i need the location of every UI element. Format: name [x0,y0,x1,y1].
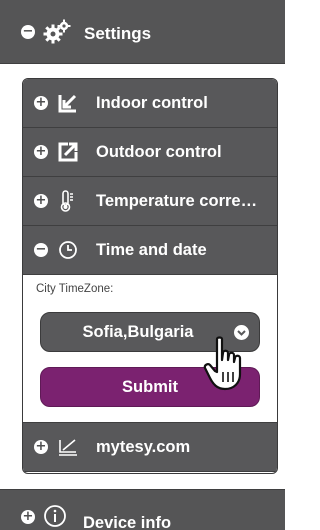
arrow-out-icon [57,141,79,163]
menu-item-label: mytesy.com [96,437,191,456]
menu-item-label: Outdoor control [96,142,222,161]
expand-icon: + [34,95,48,110]
thermometer-icon [57,190,79,212]
clock-icon [57,239,79,261]
expand-icon: + [34,144,48,159]
menu-item-indoor-control[interactable]: + Indoor control [23,79,277,128]
timezone-label: City TimeZone: [36,283,114,295]
timezone-value: Sofia,Bulgaria [82,322,194,341]
expand-icon: + [21,509,35,524]
menu-item-label: Time and date [96,240,207,259]
menu-item-temperature-correction[interactable]: + Temperature correction [23,177,277,226]
info-icon [43,504,67,528]
collapse-icon: − [34,242,48,257]
menu-item-outdoor-control[interactable]: + Outdoor control [23,128,277,177]
collapse-icon[interactable]: − [21,24,35,39]
expand-icon: + [34,193,48,208]
expand-icon: + [34,439,48,454]
device-info-header[interactable]: + Device info [0,489,285,530]
menu-item-mytesy[interactable]: + mytesy.com [23,423,277,472]
hand-cursor-icon [203,336,242,391]
monitor-icon [57,436,79,458]
settings-panel: + Indoor control + Outdoor control + Tem… [22,78,278,474]
menu-item-label: Indoor control [96,93,208,112]
page-title: Settings [84,23,152,43]
gears-icon [43,19,71,45]
menu-item-time-and-date[interactable]: − Time and date [23,226,277,275]
device-info-label: Device info [83,514,172,530]
menu-item-label: Temperature correction [96,191,264,210]
arrow-in-icon [57,92,79,114]
settings-header[interactable]: − Settings [0,0,285,64]
